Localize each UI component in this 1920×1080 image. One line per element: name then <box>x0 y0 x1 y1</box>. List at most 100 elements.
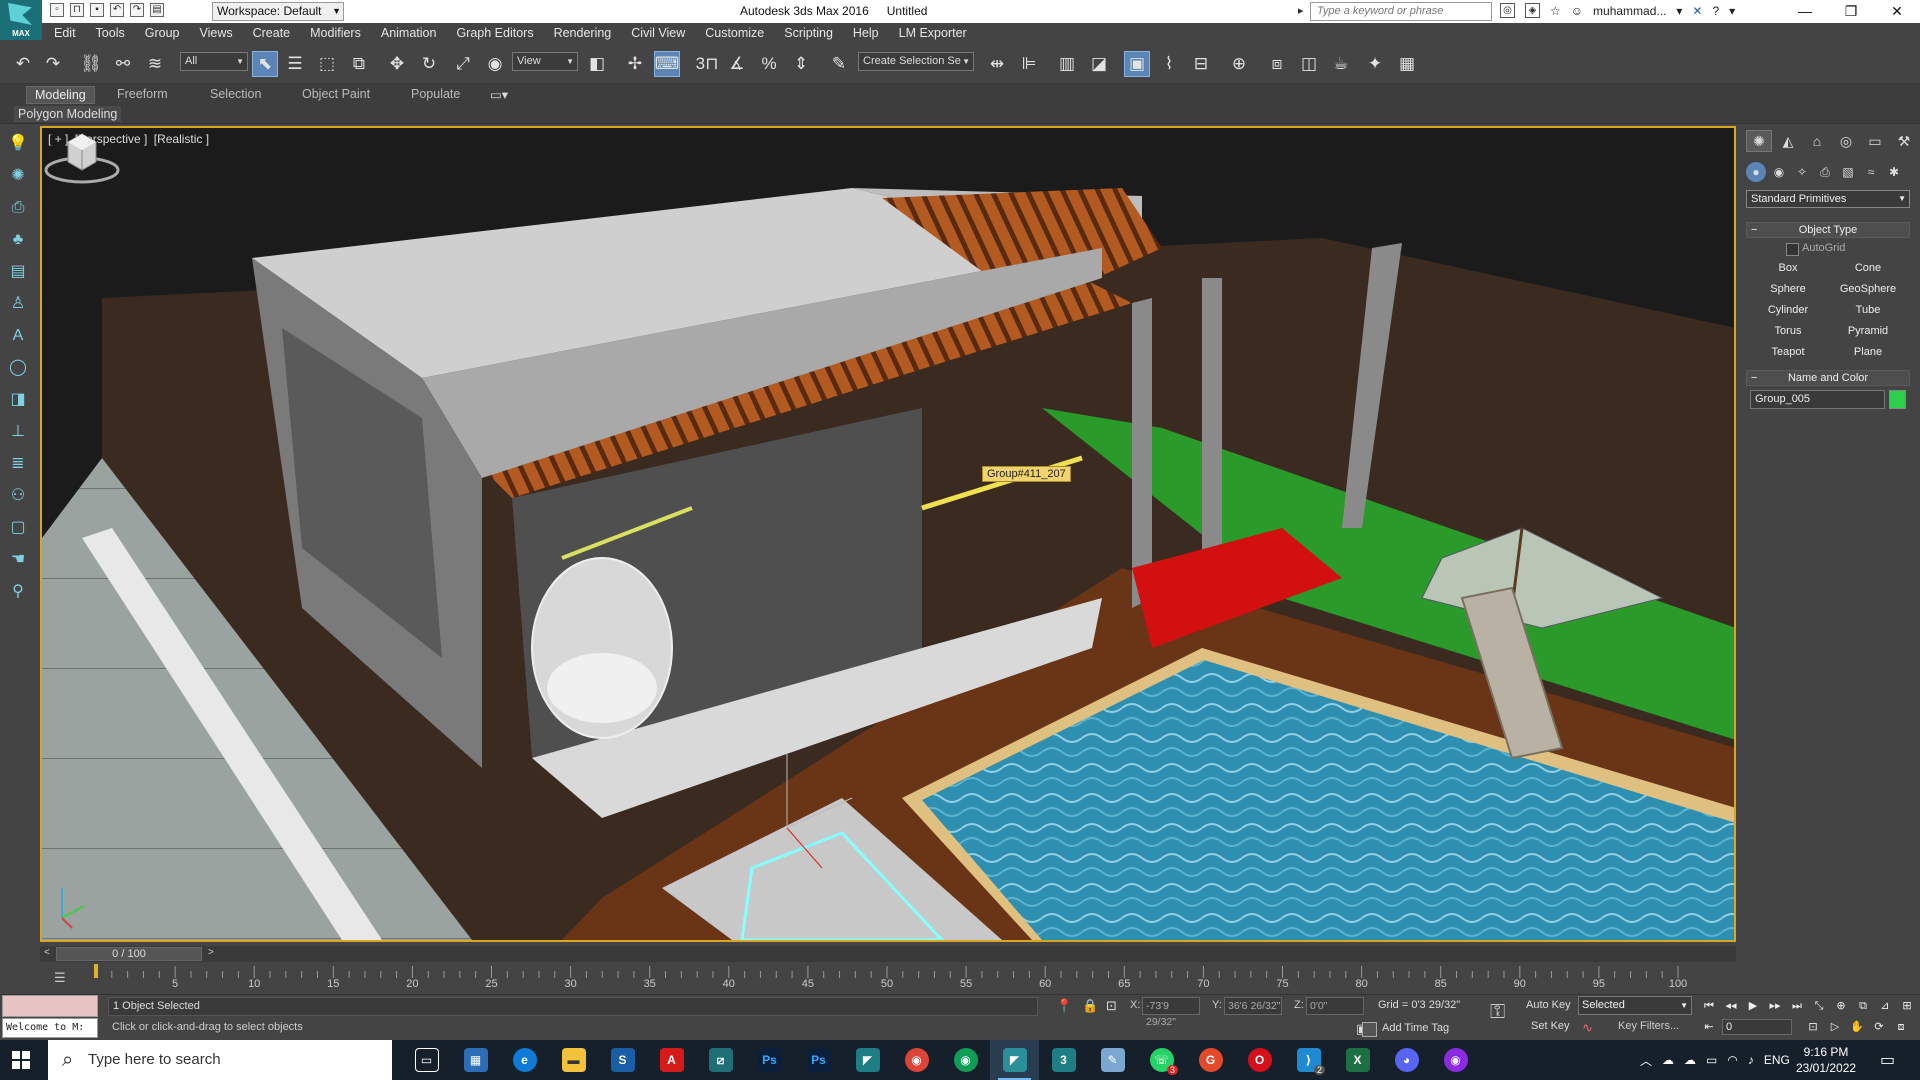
user-account-menu[interactable]: muhammad... <box>1593 4 1666 18</box>
opera-icon[interactable]: O <box>1235 1040 1284 1080</box>
field-of-view-icon[interactable]: ⊿ <box>1876 998 1894 1014</box>
render-in-cloud-icon[interactable]: ▦ <box>1394 51 1420 77</box>
material-editor-icon[interactable]: ⊕ <box>1226 51 1252 77</box>
menu-scripting[interactable]: Scripting <box>774 23 843 44</box>
workspace-dropdown[interactable]: Workspace: Default ▼ <box>212 2 344 21</box>
menu-edit[interactable]: Edit <box>42 23 86 44</box>
volume-icon[interactable]: ♪ <box>1748 1053 1754 1067</box>
unlink-selection-icon[interactable]: ⚯ <box>110 51 136 77</box>
toggle-ribbon-icon[interactable]: ◪ <box>1086 51 1112 77</box>
render-iterative-icon[interactable]: ✦ <box>1362 51 1388 77</box>
autocad-icon[interactable]: ⧄ <box>696 1040 745 1080</box>
zoom-all-icon[interactable]: ⊕ <box>1832 998 1850 1014</box>
track-bar[interactable]: ☰ 5 10 15 20 25 30 35 40 45 50 55 60 65 70 75 80 85 90 95 1… <box>40 964 1736 994</box>
polygon-modeling-panel[interactable]: Polygon Modeling <box>14 106 122 122</box>
restore-icon[interactable]: ❐ <box>1828 0 1874 23</box>
time-slider[interactable]: < 0 / 100 > <box>40 946 1736 962</box>
menu-civil-view[interactable]: Civil View <box>621 23 695 44</box>
scene-render[interactable] <box>42 128 1734 940</box>
time-config-icon[interactable]: ⊡ <box>1804 1019 1822 1035</box>
excel-icon[interactable]: X <box>1333 1040 1382 1080</box>
auto-key-button[interactable]: Auto Key <box>1526 999 1571 1011</box>
pyramid-button[interactable]: Pyramid <box>1830 321 1906 340</box>
language-indicator[interactable]: ENG <box>1764 1053 1790 1067</box>
angle-snap-icon[interactable]: ∡ <box>724 51 750 77</box>
set-key-button[interactable]: Set Key <box>1531 1020 1570 1032</box>
open-file-icon[interactable]: ⊓ <box>70 3 84 17</box>
key-icon[interactable]: ⚿ <box>1490 1001 1505 1024</box>
create-tab-icon[interactable]: ✺ <box>1746 130 1772 152</box>
chrome-icon[interactable]: ◉ <box>892 1040 941 1080</box>
keyboard-shortcut-override-icon[interactable]: ⌨ <box>654 51 680 77</box>
hierarchy-tab-icon[interactable]: ⌂ <box>1804 130 1830 152</box>
project-folder-icon[interactable]: ▤ <box>150 3 164 17</box>
scene-explorer-icon[interactable]: ▣ <box>1124 51 1150 77</box>
box-icon[interactable]: ◨ <box>6 388 30 412</box>
acrobat-icon[interactable]: A <box>647 1040 696 1080</box>
shapes-icon[interactable]: ◉ <box>1769 162 1789 182</box>
whatsapp-icon[interactable]: ☏ 3 <box>1137 1040 1186 1080</box>
app-logo-button[interactable]: MAX <box>0 0 42 40</box>
percent-snap-icon[interactable]: % <box>756 51 782 77</box>
viewcube-icon[interactable] <box>42 128 122 188</box>
battery-icon[interactable]: ▭ <box>1706 1053 1717 1067</box>
tab-selection[interactable]: Selection <box>210 87 261 101</box>
cone-button[interactable]: Cone <box>1830 258 1906 277</box>
torus-button[interactable]: Torus <box>1750 321 1826 340</box>
cameras-icon[interactable]: ⎙ <box>1815 162 1835 182</box>
hand-icon[interactable]: ☚ <box>6 548 30 572</box>
rendered-frame-window-icon[interactable]: ◫ <box>1296 51 1322 77</box>
x-coord-field[interactable]: -73'9 29/32" <box>1142 997 1200 1028</box>
menu-rendering[interactable]: Rendering <box>544 23 622 44</box>
taskbar-search-input[interactable]: Type here to search <box>48 1040 392 1080</box>
podcast-icon[interactable]: ◉ <box>1431 1040 1480 1080</box>
window-icon[interactable]: ▢ <box>6 516 30 540</box>
menu-tools[interactable]: Tools <box>86 23 135 44</box>
key-curve-icon[interactable]: ∿ <box>1582 1020 1593 1036</box>
spinner-snap-icon[interactable]: ⇕ <box>788 51 814 77</box>
exchange-apps-icon[interactable]: ✕ <box>1692 4 1702 18</box>
menu-lm-exporter[interactable]: LM Exporter <box>889 23 977 44</box>
lock-selection-icon[interactable]: 🔒 <box>1082 998 1098 1014</box>
maxscript-input[interactable]: Welcome to M: <box>2 1018 98 1038</box>
maximize-viewport-icon[interactable]: ⧉ <box>1854 998 1872 1014</box>
undo-icon[interactable]: ↶ <box>110 3 124 17</box>
light-bulb-icon[interactable]: 💡 <box>6 132 30 156</box>
sketchup-icon[interactable]: S <box>598 1040 647 1080</box>
menu-graph-editors[interactable]: Graph Editors <box>446 23 543 44</box>
text-icon[interactable]: A <box>6 324 30 348</box>
zoom-extents-all-icon[interactable]: ⊞ <box>1898 998 1916 1014</box>
chrome-2-icon[interactable]: ◉ <box>941 1040 990 1080</box>
notification-center-icon[interactable]: ▭ <box>1880 1050 1895 1070</box>
selection-filter-dropdown[interactable]: All ▼ <box>180 52 248 71</box>
edge-icon[interactable]: e <box>500 1040 549 1080</box>
align-icon[interactable]: ⊫ <box>1016 51 1042 77</box>
favorites-star-icon[interactable]: ☆ <box>1550 4 1561 18</box>
space-warps-icon[interactable]: ≈ <box>1861 162 1881 182</box>
autogrid-checkbox[interactable]: AutoGrid <box>1746 238 1910 256</box>
viewport-shading-menu[interactable]: [Realistic ] <box>154 132 209 146</box>
chevron-up-icon[interactable]: ︿ <box>1640 1052 1652 1069</box>
curve-editor-icon[interactable]: ⌇ <box>1156 51 1182 77</box>
time-slider-thumb[interactable]: 0 / 100 <box>56 947 202 961</box>
undo-icon[interactable]: ↶ <box>10 51 36 77</box>
next-frame-icon[interactable]: ▸▸ <box>1766 998 1784 1014</box>
render-setup-icon[interactable]: ⧈ <box>1264 51 1290 77</box>
mirror-icon[interactable]: ⇹ <box>984 51 1010 77</box>
helpers-icon[interactable]: ▧ <box>1838 162 1858 182</box>
new-file-icon[interactable]: ▫ <box>50 3 64 17</box>
y-coord-field[interactable]: 36'6 26/32" <box>1224 997 1282 1015</box>
snaps-toggle-icon[interactable]: 3 ⊓ <box>694 51 720 77</box>
z-coord-field[interactable]: 0'0" <box>1306 997 1364 1015</box>
geosphere-button[interactable]: GeoSphere <box>1830 279 1906 298</box>
tab-object-paint[interactable]: Object Paint <box>302 87 370 101</box>
object-type-header[interactable]: Object Type <box>1746 222 1910 238</box>
select-and-link-icon[interactable]: ⛓ <box>78 51 104 77</box>
key-mode-toggle-icon[interactable]: ⇤ <box>1700 1019 1718 1035</box>
reference-coordinate-dropdown[interactable]: View ▼ <box>512 52 578 71</box>
save-file-icon[interactable]: ▪ <box>90 3 104 17</box>
minimize-icon[interactable]: — <box>1782 0 1828 23</box>
isolate-pin-icon[interactable]: 📍 <box>1056 998 1072 1014</box>
utilities-tab-icon[interactable]: ⚒ <box>1891 130 1917 152</box>
redo-icon[interactable]: ↷ <box>40 51 66 77</box>
